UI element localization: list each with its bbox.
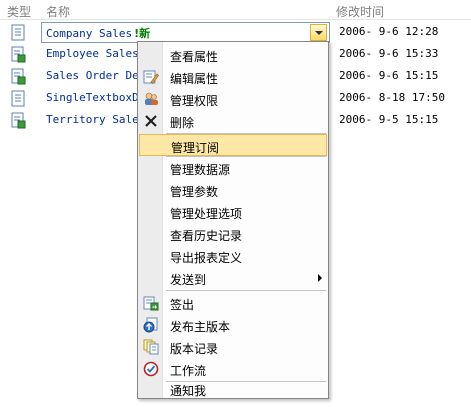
item-modified-time: 2006- 9-6 15:15 [339, 69, 439, 82]
menu-item-check-out[interactable]: 签出 [139, 292, 327, 314]
report-icon [11, 90, 25, 107]
menu-item-export-report-definition[interactable]: 导出报表定义 [139, 245, 327, 267]
column-modified[interactable]: 修改时间 [336, 3, 384, 20]
menu-item-delete[interactable]: 删除 [139, 110, 327, 132]
item-name[interactable]: Company Sales !新 [46, 25, 150, 41]
item-name[interactable]: Employee Sales [46, 47, 139, 60]
workflow-icon [143, 361, 159, 377]
menu-item-send-to[interactable]: 发送到 [139, 267, 327, 289]
menu-item-view-history[interactable]: 查看历史记录 [139, 223, 327, 245]
item-name[interactable]: SingleTextboxDr [46, 91, 145, 104]
menu-item-publish-major-version[interactable]: 发布主版本 [139, 314, 327, 336]
data-source-icon [11, 68, 26, 85]
data-source-icon [11, 112, 26, 129]
publish-icon [143, 317, 158, 333]
edit-properties-icon [143, 70, 159, 84]
menu-divider [166, 290, 326, 291]
item-modified-time: 2006- 9-6 12:28 [339, 25, 439, 38]
new-badge: !新 [134, 27, 151, 40]
item-name[interactable]: Territory Sales [46, 113, 145, 126]
list-header: 类型 名称 修改时间 [0, 0, 471, 20]
menu-item-view-properties[interactable]: 查看属性 [139, 44, 327, 66]
column-type[interactable]: 类型 [7, 3, 31, 20]
version-history-icon [143, 339, 159, 355]
item-name[interactable]: Sales Order Det [46, 69, 145, 82]
menu-item-manage-subscriptions[interactable]: 管理订阅 [139, 134, 327, 156]
menu-item-edit-properties[interactable]: 编辑属性 [139, 66, 327, 88]
delete-x-icon [145, 115, 157, 127]
column-name[interactable]: 名称 [46, 3, 70, 20]
menu-item-alert-me[interactable]: 通知我 [139, 378, 327, 400]
header-divider [0, 19, 471, 20]
menu-item-manage-parameters[interactable]: 管理参数 [139, 179, 327, 201]
item-context-menu: 查看属性 编辑属性 管理权限 删除 管理订阅 管理数据源 管理参数 管理处理选项… [137, 41, 329, 399]
item-modified-time: 2006- 9-5 15:15 [339, 113, 439, 126]
item-modified-time: 2006- 8-18 17:50 [339, 91, 445, 104]
menu-item-manage-data-sources[interactable]: 管理数据源 [139, 157, 327, 179]
menu-item-manage-processing-options[interactable]: 管理处理选项 [139, 201, 327, 223]
report-icon [11, 24, 25, 41]
item-modified-time: 2006- 9-6 15:33 [339, 47, 439, 60]
menu-item-manage-permissions[interactable]: 管理权限 [139, 88, 327, 110]
menu-item-workflow[interactable]: 工作流 [139, 358, 327, 380]
permissions-icon [145, 92, 158, 105]
submenu-arrow-icon [318, 274, 322, 282]
menu-item-version-history[interactable]: 版本记录 [139, 336, 327, 358]
item-menu-dropdown-button[interactable] [310, 24, 327, 41]
check-out-icon [143, 296, 159, 311]
data-source-icon [11, 46, 26, 63]
